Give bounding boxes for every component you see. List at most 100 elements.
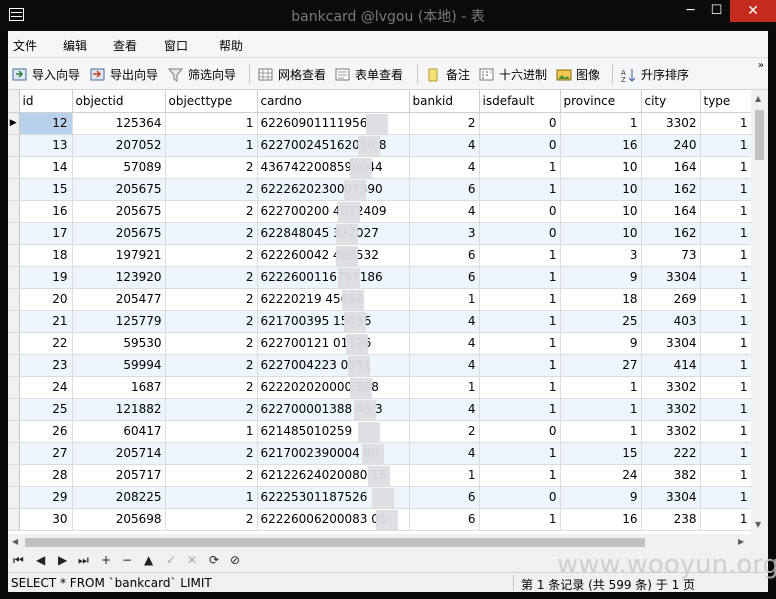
table-cell-isdefault[interactable]: 1 (479, 244, 561, 267)
table-cell-bankid[interactable]: 4 (409, 398, 480, 421)
table-cell-bankid[interactable]: 1 (409, 464, 480, 487)
table-cell-bankid[interactable]: 6 (409, 244, 480, 267)
table-cell-bankid[interactable]: 4 (409, 134, 480, 157)
table-cell-cardno[interactable]: 62226006200083 05 (257, 508, 410, 531)
table-cell-province[interactable]: 10 (560, 200, 642, 223)
scroll-up-icon[interactable]: ▲ (755, 94, 761, 103)
table-cell-cardno[interactable]: 622260042 408532 (257, 244, 410, 267)
first-record-icon[interactable]: ⏮ (13, 553, 24, 568)
table-cell-id[interactable]: 16 (19, 200, 73, 223)
table-cell-isdefault[interactable]: 1 (479, 354, 561, 377)
table-cell-objectid[interactable]: 205675 (72, 200, 166, 223)
table-cell-type[interactable]: 1 (700, 332, 752, 355)
table-cell-province[interactable]: 25 (560, 310, 642, 333)
table-cell-bankid[interactable]: 6 (409, 486, 480, 509)
table-cell-objectid[interactable]: 125779 (72, 310, 166, 333)
table-cell-objecttype[interactable]: 2 (165, 156, 258, 179)
table-cell-cardno[interactable]: 62225301187526 (257, 486, 410, 509)
table-row[interactable]: 16 205675 2 622700200 4012409 4 0 10 164 1 (8, 200, 752, 223)
add-record-icon[interactable]: + (101, 553, 111, 567)
table-cell-bankid[interactable]: 1 (409, 376, 480, 399)
table-cell-city[interactable]: 3302 (641, 398, 701, 421)
row-indicator[interactable] (8, 310, 20, 333)
table-cell-id[interactable]: 26 (19, 420, 73, 443)
table-cell-objectid[interactable]: 123920 (72, 266, 166, 289)
table-cell-bankid[interactable]: 4 (409, 156, 480, 179)
horizontal-scroll-thumb[interactable] (25, 538, 645, 547)
table-cell-objecttype[interactable]: 2 (165, 508, 258, 531)
table-cell-type[interactable]: 1 (700, 442, 752, 465)
table-cell-objectid[interactable]: 59994 (72, 354, 166, 377)
table-cell-type[interactable]: 1 (700, 112, 752, 135)
table-cell-cardno[interactable]: 622700121 01126 (257, 332, 410, 355)
table-cell-city[interactable]: 403 (641, 310, 701, 333)
table-row[interactable]: 27 205714 2 6217002390004 90 4 1 15 222 1 (8, 442, 752, 465)
table-cell-type[interactable]: 1 (700, 244, 752, 267)
table-cell-type[interactable]: 1 (700, 508, 752, 531)
table-cell-city[interactable]: 3304 (641, 332, 701, 355)
column-header-objectid[interactable]: objectid (72, 90, 166, 113)
menu-help[interactable]: 帮助 (219, 37, 243, 54)
current-row-indicator-icon[interactable]: ▶ (8, 112, 20, 135)
toolbar-overflow-chevron-icon[interactable]: » (758, 60, 764, 71)
table-cell-province[interactable]: 16 (560, 134, 642, 157)
table-row[interactable]: 28 205717 2 62122624020080 15 1 1 24 382 1 (8, 464, 752, 487)
close-button[interactable]: ✕ (730, 0, 776, 22)
table-row[interactable]: 30 205698 2 62226006200083 05 6 1 16 238 1 (8, 508, 752, 531)
table-cell-cardno[interactable]: 622202020000 508 (257, 376, 410, 399)
table-cell-bankid[interactable]: 4 (409, 442, 480, 465)
table-cell-province[interactable]: 1 (560, 376, 642, 399)
table-cell-province[interactable]: 9 (560, 486, 642, 509)
table-cell-objecttype[interactable]: 2 (165, 222, 258, 245)
table-cell-province[interactable]: 3 (560, 244, 642, 267)
table-cell-bankid[interactable]: 4 (409, 332, 480, 355)
image-button[interactable]: 图像 (556, 66, 600, 83)
table-cell-type[interactable]: 1 (700, 222, 752, 245)
table-cell-isdefault[interactable]: 1 (479, 398, 561, 421)
table-cell-objectid[interactable]: 125364 (72, 112, 166, 135)
table-cell-province[interactable]: 9 (560, 332, 642, 355)
table-row[interactable]: 29 208225 1 62225301187526 6 0 9 3304 1 (8, 486, 752, 509)
table-cell-province[interactable]: 18 (560, 288, 642, 311)
table-cell-id[interactable]: 19 (19, 266, 73, 289)
table-cell-isdefault[interactable]: 1 (479, 156, 561, 179)
table-cell-objecttype[interactable]: 1 (165, 486, 258, 509)
table-cell-id[interactable]: 14 (19, 156, 73, 179)
table-cell-objectid[interactable]: 197921 (72, 244, 166, 267)
table-cell-cardno[interactable]: 6222620230007390 (257, 178, 410, 201)
column-header-isdefault[interactable]: isdefault (479, 90, 561, 113)
table-cell-objectid[interactable]: 205675 (72, 178, 166, 201)
table-cell-isdefault[interactable]: 1 (479, 464, 561, 487)
table-cell-isdefault[interactable]: 1 (479, 376, 561, 399)
table-cell-objecttype[interactable]: 2 (165, 376, 258, 399)
filter-wizard-button[interactable]: 筛选向导 (167, 66, 236, 83)
table-row[interactable]: 19 123920 2 6222600116757186 6 1 9 3304 1 (8, 266, 752, 289)
table-cell-type[interactable]: 1 (700, 310, 752, 333)
table-cell-objectid[interactable]: 205675 (72, 222, 166, 245)
table-cell-objecttype[interactable]: 1 (165, 134, 258, 157)
table-cell-bankid[interactable]: 1 (409, 288, 480, 311)
table-cell-isdefault[interactable]: 0 (479, 112, 561, 135)
table-cell-city[interactable]: 3302 (641, 420, 701, 443)
column-header-id[interactable]: id (19, 90, 73, 113)
grid-view-button[interactable]: 网格查看 (258, 66, 326, 83)
export-wizard-button[interactable]: 导出向导 (90, 66, 158, 83)
table-cell-province[interactable]: 10 (560, 222, 642, 245)
table-cell-province[interactable]: 10 (560, 178, 642, 201)
table-row[interactable]: 18 197921 2 622260042 408532 6 1 3 73 1 (8, 244, 752, 267)
table-cell-id[interactable]: 30 (19, 508, 73, 531)
table-cell-type[interactable]: 1 (700, 398, 752, 421)
table-cell-objecttype[interactable]: 2 (165, 464, 258, 487)
row-indicator[interactable] (8, 332, 20, 355)
maximize-button[interactable]: ☐ (703, 0, 730, 22)
table-cell-province[interactable]: 1 (560, 112, 642, 135)
table-cell-cardno[interactable]: 621485010259 (257, 420, 410, 443)
table-cell-cardno[interactable]: 622700200 4012409 (257, 200, 410, 223)
table-cell-objecttype[interactable]: 2 (165, 266, 258, 289)
row-indicator[interactable] (8, 244, 20, 267)
table-row[interactable]: 13 207052 1 622700245162016 8 4 0 16 240 1 (8, 134, 752, 157)
minimize-button[interactable]: ─ (678, 0, 703, 22)
table-row[interactable]: 21 125779 2 621700395 15036 4 1 25 403 1 (8, 310, 752, 333)
table-cell-city[interactable]: 414 (641, 354, 701, 377)
table-cell-isdefault[interactable]: 0 (479, 420, 561, 443)
